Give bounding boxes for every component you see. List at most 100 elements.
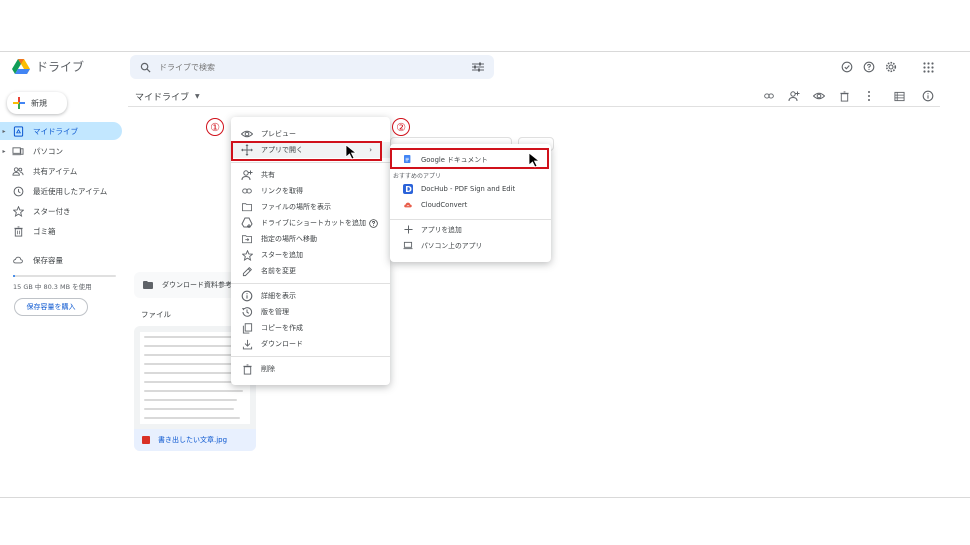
menu-item-delete[interactable]: 削除 (231, 361, 390, 377)
search-input[interactable] (159, 62, 472, 72)
menu-item-label: ダウンロード (261, 340, 303, 348)
storage-label: 保存容量 (33, 255, 63, 265)
folder-icon (143, 281, 153, 289)
menu-item-label: ドライブにショートカットを追加 (261, 219, 366, 227)
link-icon[interactable] (763, 90, 775, 102)
eye-icon[interactable] (813, 90, 825, 102)
shortcut-icon (241, 217, 253, 229)
menu-item-show-location[interactable]: ファイルの場所を表示 (231, 199, 390, 215)
menu-item-add-shortcut[interactable]: ドライブにショートカットを追加 (231, 215, 390, 231)
submenu-item-desktop-apps[interactable]: パソコン上のアプリ (390, 237, 551, 253)
menu-divider (231, 283, 390, 284)
drive-logo-icon (12, 58, 30, 74)
submenu-item-label: DocHub - PDF Sign and Edit (421, 185, 516, 193)
sidebar-item-label: 最近使用したアイテム (33, 186, 108, 196)
pencil-icon (241, 265, 253, 277)
sidebar-item-starred[interactable]: スター付き (0, 202, 71, 220)
app-title: ドライブ (36, 60, 85, 74)
star-icon (12, 205, 24, 217)
sidebar-item-label: マイドライブ (33, 126, 78, 136)
sidebar-item-shared[interactable]: 共有アイテム (0, 162, 77, 180)
new-button-label: 新規 (31, 98, 47, 108)
expand-arrow-icon[interactable]: ▸ (0, 128, 8, 135)
menu-item-label: リンクを取得 (261, 187, 303, 195)
breadcrumb[interactable]: マイドライブ ▼ (135, 90, 200, 103)
laptop-icon (403, 240, 413, 250)
more-vertical-icon[interactable] (863, 90, 875, 102)
storage-progress-bar (13, 275, 116, 277)
eye-icon (241, 128, 253, 140)
menu-item-label: 版を管理 (261, 308, 289, 316)
menu-item-label: コピーを作成 (261, 324, 303, 332)
menu-item-label: プレビュー (261, 130, 296, 138)
list-view-icon[interactable] (893, 90, 905, 102)
sidebar-item-label: ゴミ箱 (33, 226, 56, 236)
trash-icon[interactable] (838, 90, 850, 102)
cloudconvert-icon (403, 200, 413, 210)
page-title: マイドライブ (135, 93, 190, 103)
submenu-item-add-app[interactable]: アプリを追加 (390, 221, 551, 237)
history-icon (241, 306, 253, 318)
submenu-item-label: パソコン上のアプリ (421, 242, 483, 250)
menu-item-add-star[interactable]: スターを追加 (231, 247, 390, 263)
sidebar-item-my-drive[interactable]: ▸ マイドライブ (0, 122, 122, 140)
submenu-item-cloudconvert[interactable]: CloudConvert (390, 197, 551, 213)
highlight-box-step2 (390, 148, 549, 169)
folder-icon (241, 201, 253, 213)
sidebar-item-label: スター付き (33, 206, 71, 216)
dochub-icon: D (403, 184, 413, 194)
link-icon (241, 185, 253, 197)
person-add-icon[interactable] (788, 90, 800, 102)
buy-storage-button[interactable]: 保存容量を購入 (14, 298, 88, 316)
settings-gear-icon[interactable] (885, 61, 897, 73)
help-icon[interactable] (863, 61, 875, 73)
plus-icon (403, 224, 413, 234)
sidebar-item-storage[interactable]: 保存容量 (0, 251, 63, 269)
menu-item-preview[interactable]: プレビュー (231, 126, 390, 142)
submenu-item-label: アプリを追加 (421, 226, 462, 234)
menu-item-get-link[interactable]: リンクを取得 (231, 183, 390, 199)
info-icon[interactable] (922, 90, 934, 102)
menu-item-move[interactable]: 指定の場所へ移動 (231, 231, 390, 247)
search-bar[interactable] (130, 55, 494, 79)
sidebar-item-trash[interactable]: ゴミ箱 (0, 222, 56, 240)
step-badge-2: ② (392, 118, 410, 136)
new-button[interactable]: 新規 (7, 92, 67, 114)
menu-item-download[interactable]: ダウンロード (231, 336, 390, 352)
menu-divider (231, 356, 390, 357)
menu-item-details[interactable]: 詳細を表示 (231, 288, 390, 304)
header-actions (841, 61, 897, 73)
menu-item-make-copy[interactable]: コピーを作成 (231, 320, 390, 336)
menu-item-rename[interactable]: 名前を変更 (231, 263, 390, 279)
cloud-icon (12, 254, 24, 266)
info-icon (241, 290, 253, 302)
search-options-icon[interactable] (472, 62, 484, 72)
copy-icon (241, 322, 253, 334)
menu-item-label: ファイルの場所を表示 (261, 203, 331, 211)
sidebar-item-computers[interactable]: ▸ パソコン (0, 142, 63, 160)
menu-item-label: 削除 (261, 365, 275, 373)
submenu-divider (390, 219, 551, 220)
expand-arrow-icon[interactable]: ▸ (0, 148, 8, 155)
help-icon[interactable] (369, 218, 378, 228)
trash-icon (12, 225, 24, 237)
menu-item-label: 指定の場所へ移動 (261, 235, 317, 243)
view-toolbar (893, 90, 934, 102)
menu-item-manage-versions[interactable]: 版を管理 (231, 304, 390, 320)
image-file-icon (142, 436, 150, 444)
download-icon (241, 338, 253, 350)
frame-divider-bottom (0, 497, 970, 498)
screenshot-frame: ドライブ ドライブで検索 新規 ▸ マイドライブ ▸ パソコン 共有アイテム 最… (0, 0, 970, 545)
person-add-icon (241, 169, 253, 181)
toolbar-divider (128, 106, 940, 107)
drive-logo[interactable]: ドライブ (12, 58, 84, 75)
sidebar-item-recent[interactable]: 最近使用したアイテム (0, 182, 107, 200)
menu-item-label: 名前を変更 (261, 267, 296, 275)
menu-item-share[interactable]: 共有 (231, 167, 390, 183)
file-name: 書き出したい文章.jpg (158, 436, 228, 444)
item-toolbar (763, 90, 875, 102)
offline-ready-icon[interactable] (841, 61, 853, 73)
submenu-item-dochub[interactable]: D DocHub - PDF Sign and Edit (390, 181, 551, 197)
mouse-cursor-icon (345, 144, 358, 160)
apps-grid-icon[interactable] (923, 62, 934, 73)
